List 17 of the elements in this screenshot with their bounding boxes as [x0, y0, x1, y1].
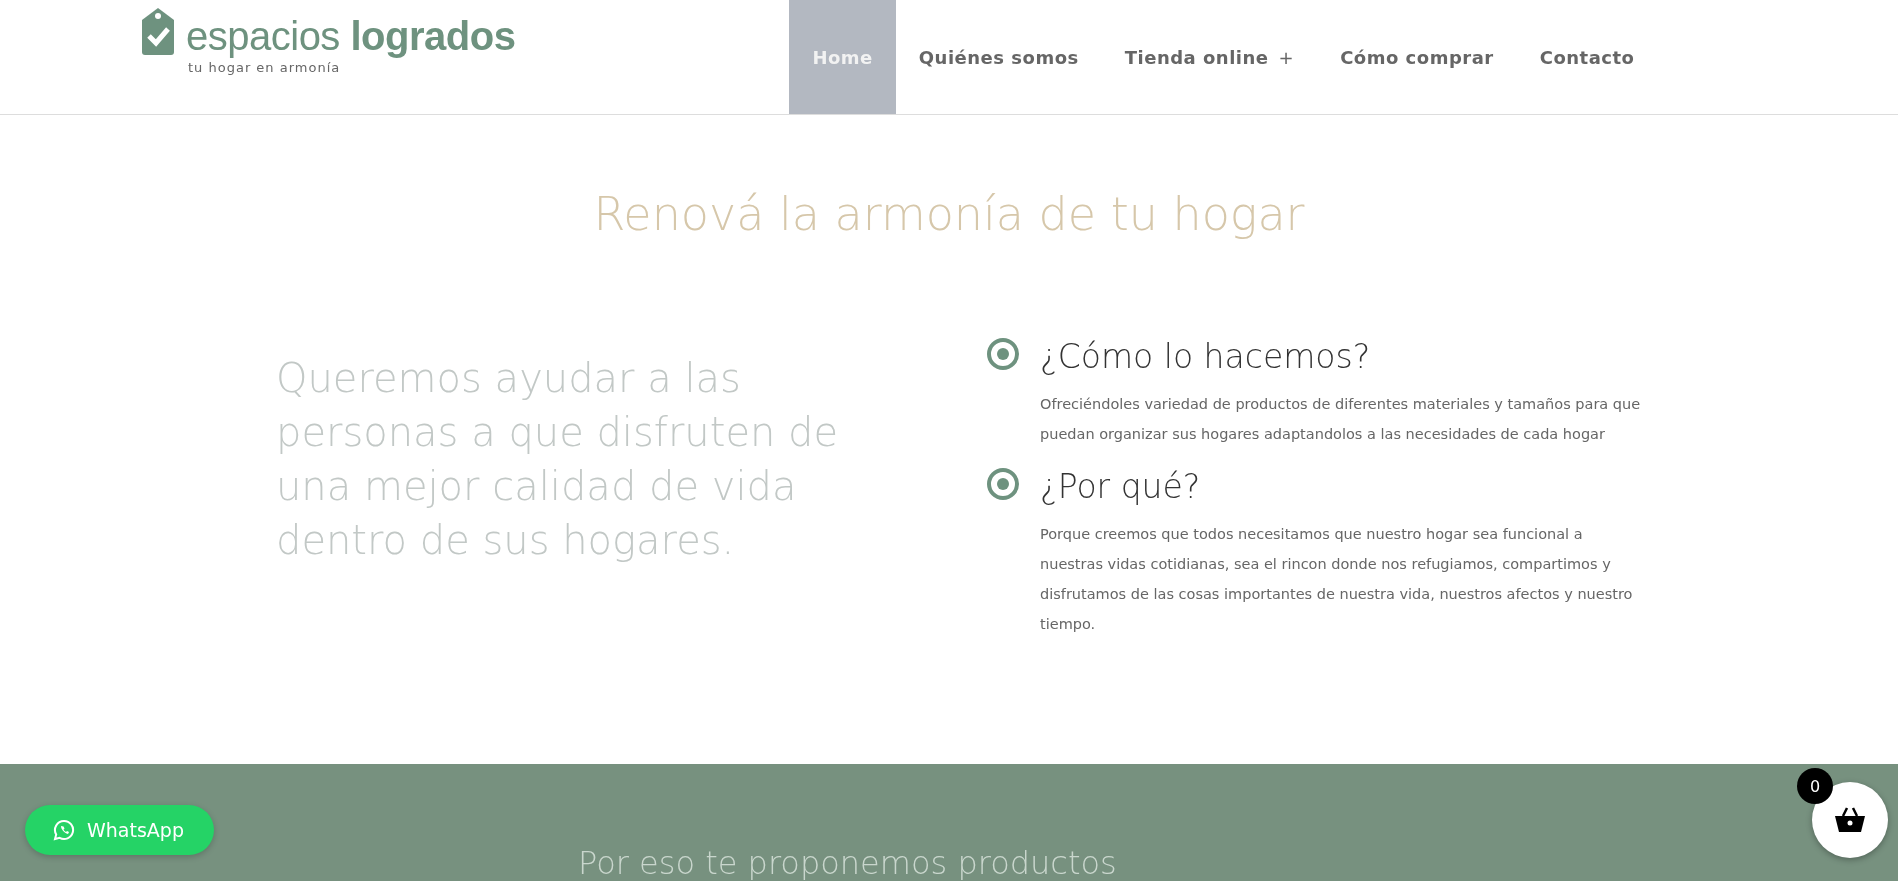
banner-heading: Por eso te proponemos productos: [578, 844, 1117, 881]
nav-link[interactable]: Contacto: [1516, 0, 1658, 114]
brand-name: espacios logrados: [186, 16, 516, 56]
mission-text: Queremos ayudar a las personas a que disfruten de una mejor calidad de vida dentro de sus hogares.: [276, 354, 840, 565]
feature-text: Ofreciéndoles variedad de productos de diferentes materiales y tamaños para que puedan organizar sus hogares adaptandolos a las necesidades de cada hogar: [1040, 395, 1642, 444]
radio-dot-icon: [986, 337, 1020, 371]
radio-dot-icon: [986, 467, 1020, 501]
feature-title: ¿Cómo lo hacemos?: [1040, 336, 1372, 378]
nav-link[interactable]: Quiénes somos: [895, 0, 1102, 114]
headline: Renová la armonía de tu hogar: [592, 187, 1306, 241]
whatsapp-icon: [53, 819, 75, 841]
nav-link[interactable]: Cómo comprar: [1317, 0, 1517, 114]
basket-icon: [1833, 806, 1867, 834]
nav-link[interactable]: Tienda online +: [1101, 0, 1318, 114]
feature-text: Porque creemos que todos necesitamos que nuestro hogar sea funcional a nuestras vidas cotidianas, sea el rincon donde nos refugiamos, compartimos y disfrutamos de las cosas importantes de nuestra vida, nuestros afectos y nuestro tiempo.: [1040, 525, 1634, 634]
feature-title: ¿Por qué?: [1040, 466, 1202, 508]
tagline: tu hogar en armonía: [188, 60, 342, 75]
